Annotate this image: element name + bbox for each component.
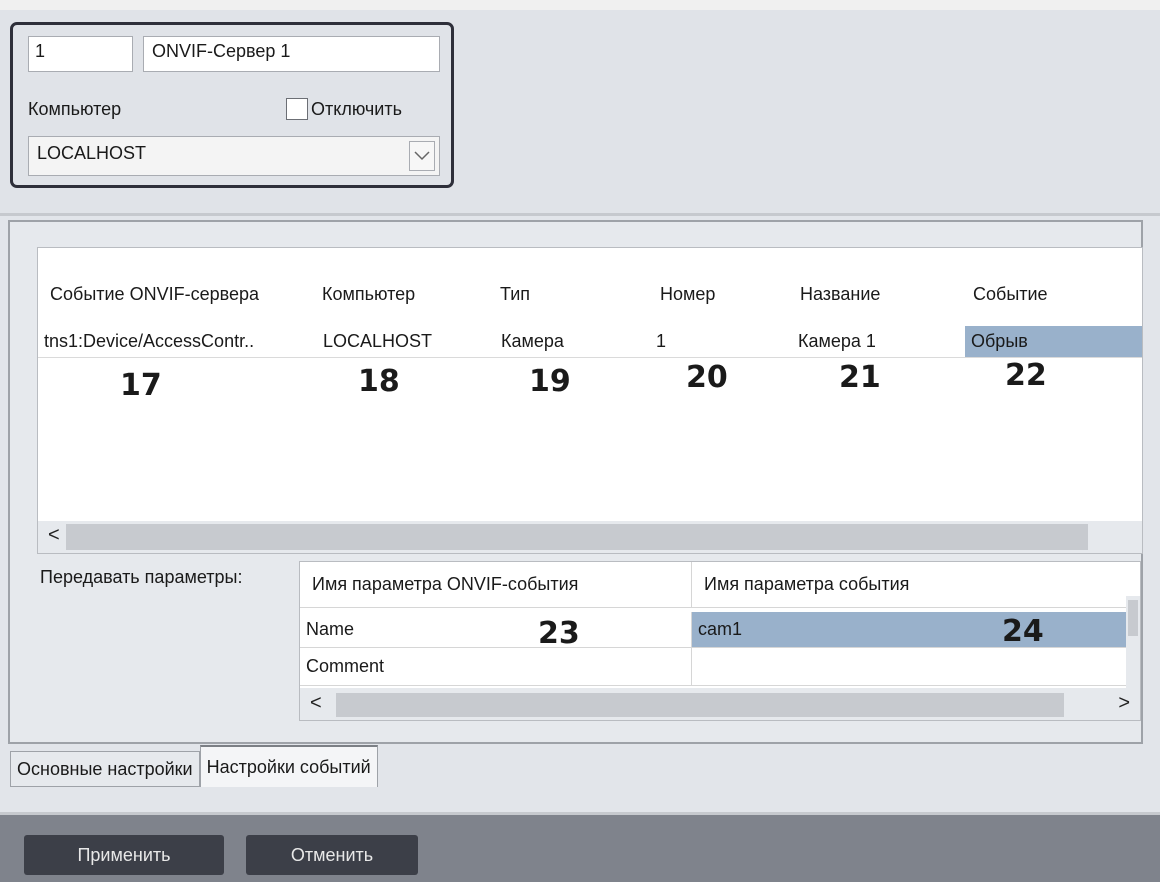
object-name-field[interactable]: ONVIF-Сервер 1 xyxy=(143,36,440,72)
callout-label: 23 xyxy=(538,616,580,651)
scroll-right-icon[interactable]: : xyxy=(1142,524,1143,542)
table-cell xyxy=(692,648,1128,686)
column-header[interactable]: Событие xyxy=(961,278,1142,310)
column-header[interactable]: Название xyxy=(788,278,961,310)
section-separator xyxy=(0,213,1160,216)
callout-label: 20 xyxy=(686,360,728,395)
table-cell: tns1:Device/AccessContr.. xyxy=(38,326,317,358)
scrollbar-thumb[interactable] xyxy=(336,693,1064,717)
computer-select-value: LOCALHOST xyxy=(37,143,147,163)
scroll-right-icon[interactable]: > xyxy=(1118,692,1130,715)
column-header[interactable]: Компьютер xyxy=(310,278,488,310)
table-cell: Name xyxy=(300,612,692,648)
computer-label: Компьютер xyxy=(28,99,122,119)
cancel-button[interactable]: Отменить xyxy=(246,835,418,875)
top-strip xyxy=(0,0,1160,10)
table-row[interactable]: Comment xyxy=(300,648,1128,686)
disable-checkbox[interactable] xyxy=(286,98,308,120)
object-settings-box: 1 ONVIF-Сервер 1 Компьютер Отключить LOC… xyxy=(10,22,454,188)
column-header[interactable]: Событие ONVIF-сервера xyxy=(38,278,310,310)
callout-label: 21 xyxy=(839,360,881,395)
table-cell: Камера xyxy=(495,326,650,358)
callout-label: 22 xyxy=(1005,358,1047,393)
column-header[interactable]: Тип xyxy=(488,278,648,310)
events-settings-panel: Событие ONVIF-сервера Компьютер Тип Номе… xyxy=(8,220,1143,744)
column-header[interactable]: Имя параметра ONVIF-события xyxy=(300,562,692,608)
apply-button[interactable]: Применить xyxy=(24,835,224,875)
selected-param-cell[interactable]: cam1 xyxy=(692,612,1128,648)
table-row[interactable]: tns1:Device/AccessContr.. LOCALHOST Каме… xyxy=(38,326,1142,358)
column-header[interactable]: Имя параметра события xyxy=(692,562,1128,608)
chevron-down-icon[interactable] xyxy=(409,141,435,171)
scrollbar-thumb[interactable] xyxy=(1128,600,1138,636)
settings-tabs: Основные настройки Настройки событий xyxy=(10,745,378,787)
computer-select[interactable]: LOCALHOST xyxy=(28,136,440,176)
scrollbar-thumb[interactable] xyxy=(66,524,1088,550)
events-table-horizontal-scrollbar[interactable]: < : xyxy=(38,521,1142,553)
events-table[interactable]: Событие ONVIF-сервера Компьютер Тип Номе… xyxy=(37,247,1143,554)
tab-main-settings[interactable]: Основные настройки xyxy=(10,751,200,787)
table-cell: Камера 1 xyxy=(792,326,965,358)
table-cell: Comment xyxy=(300,648,692,686)
params-table[interactable]: Имя параметра ONVIF-события Имя параметр… xyxy=(299,561,1141,721)
object-id-field[interactable]: 1 xyxy=(28,36,133,72)
tab-event-settings[interactable]: Настройки событий xyxy=(199,745,378,787)
callout-label: 17 xyxy=(120,368,162,403)
params-table-header: Имя параметра ONVIF-события Имя параметр… xyxy=(300,562,1128,608)
callout-label: 18 xyxy=(358,364,400,399)
scroll-left-icon[interactable]: < xyxy=(48,524,60,547)
callout-label: 19 xyxy=(529,364,571,399)
footer-bar: Применить Отменить xyxy=(0,815,1160,882)
params-table-horizontal-scrollbar[interactable]: < > xyxy=(300,688,1140,720)
table-cell: 1 xyxy=(650,326,792,358)
events-table-header: Событие ONVIF-сервера Компьютер Тип Номе… xyxy=(38,278,1142,310)
params-table-vertical-scrollbar[interactable] xyxy=(1126,596,1140,692)
disable-checkbox-group[interactable]: Отключить xyxy=(286,98,402,120)
callout-label: 24 xyxy=(1002,614,1044,649)
pass-params-label: Передавать параметры: xyxy=(40,567,243,587)
table-cell: LOCALHOST xyxy=(317,326,495,358)
disable-label: Отключить xyxy=(311,98,402,119)
scroll-left-icon[interactable]: < xyxy=(310,692,322,715)
selected-event-cell[interactable]: Обрыв xyxy=(965,326,1142,358)
column-header[interactable]: Номер xyxy=(648,278,788,310)
